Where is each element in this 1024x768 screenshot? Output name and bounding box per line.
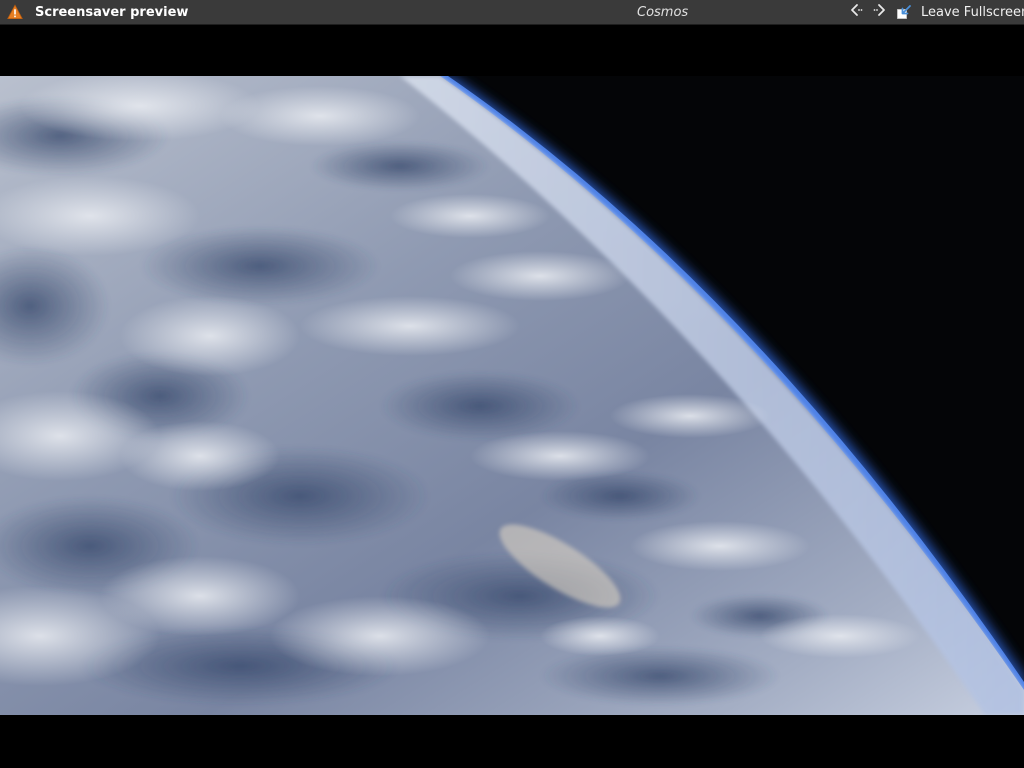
earth-from-orbit-image <box>0 76 1024 715</box>
window-title: Screensaver preview <box>35 5 189 20</box>
screensaver-preview-area <box>0 76 1024 715</box>
leave-fullscreen-icon <box>896 4 912 20</box>
leave-fullscreen-button[interactable]: Leave Fullscreen <box>893 1 1024 23</box>
next-screensaver-button[interactable] <box>869 1 891 23</box>
arrow-left-icon <box>848 2 864 22</box>
warning-icon <box>7 4 23 20</box>
previous-screensaver-button[interactable] <box>845 1 867 23</box>
leave-fullscreen-label: Leave Fullscreen <box>921 4 1024 20</box>
preview-toolbar: Screensaver preview Cosmos Leave Fullscr… <box>0 0 1024 25</box>
arrow-right-icon <box>872 2 888 22</box>
screensaver-name: Cosmos <box>637 5 689 20</box>
